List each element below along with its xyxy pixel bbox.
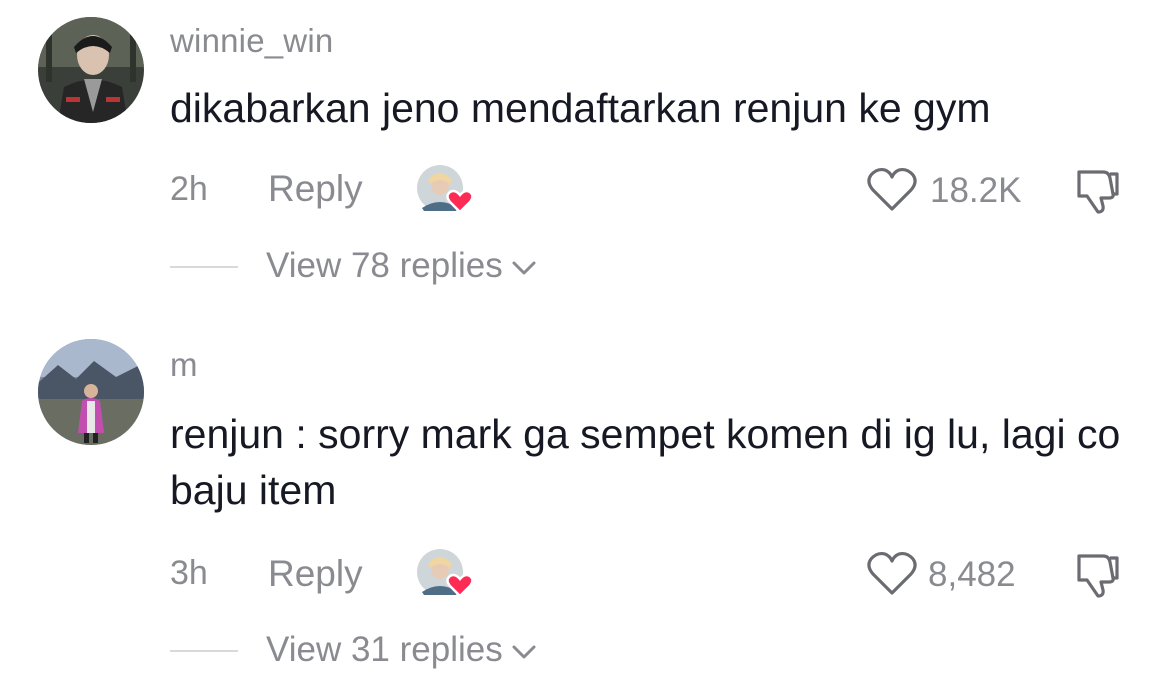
comment-username[interactable]: winnie_win (170, 22, 333, 60)
divider-line (170, 266, 238, 268)
divider-line (170, 650, 238, 652)
chevron-down-icon (512, 261, 536, 275)
like-count: 8,482 (928, 555, 1016, 594)
avatar[interactable] (38, 339, 144, 445)
heart-outline-icon (867, 167, 917, 211)
dislike-button[interactable] (1073, 166, 1123, 214)
avatar[interactable] (38, 17, 144, 123)
comment-text: dikabarkan jeno mendaftarkan renjun ke g… (170, 85, 991, 131)
reply-button[interactable]: Reply (268, 168, 363, 210)
reply-button[interactable]: Reply (268, 553, 363, 595)
dislike-button[interactable] (1073, 550, 1123, 598)
view-replies-label: View 31 replies (266, 630, 503, 669)
comment-timestamp: 2h (170, 170, 208, 208)
view-replies-button[interactable]: View 78 replies (170, 246, 590, 286)
like-button[interactable] (865, 550, 919, 598)
view-replies-button[interactable]: View 31 replies (170, 630, 590, 670)
like-button[interactable] (865, 166, 919, 214)
view-replies-label: View 78 replies (266, 246, 503, 285)
comment-username[interactable]: m (170, 346, 198, 384)
creator-liked-badge-icon (416, 548, 474, 600)
creator-liked-badge-icon (416, 164, 474, 216)
comment-text: renjun : sorry mark ga sempet komen di i… (170, 411, 1121, 513)
heart-outline-icon (867, 551, 917, 595)
thumbs-down-icon (1077, 170, 1119, 214)
like-count: 18.2K (930, 171, 1022, 210)
thumbs-down-icon (1077, 554, 1119, 598)
comment-timestamp: 3h (170, 554, 208, 592)
chevron-down-icon (512, 645, 536, 659)
